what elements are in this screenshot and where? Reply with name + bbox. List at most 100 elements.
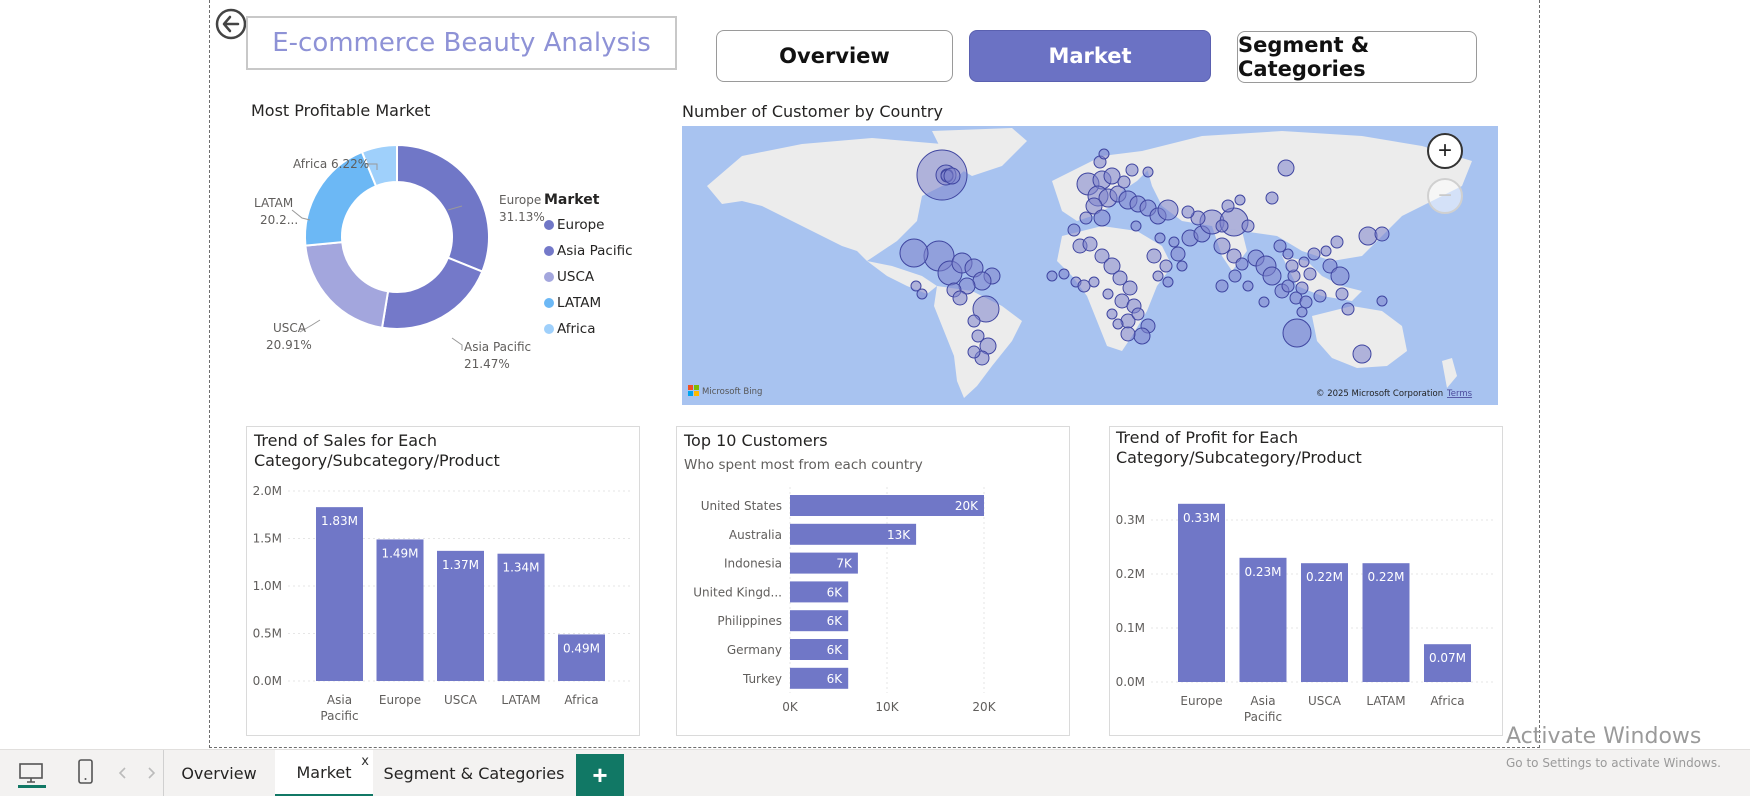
customer-bubble[interactable] xyxy=(1215,279,1229,293)
tab-overview[interactable]: Overview xyxy=(164,750,274,796)
customer-bubble[interactable] xyxy=(916,288,928,300)
customer-bubble[interactable] xyxy=(1341,302,1355,316)
customer-bubble[interactable] xyxy=(1235,257,1249,271)
customer-bubble[interactable] xyxy=(1313,289,1327,303)
mobile-layout-icon[interactable] xyxy=(76,758,96,786)
customer-bubble[interactable] xyxy=(1307,247,1321,261)
customer-bubble[interactable] xyxy=(1262,266,1282,286)
customer-bubble[interactable] xyxy=(1157,199,1179,221)
customer-bubble[interactable] xyxy=(1117,175,1131,189)
legend-item[interactable]: Asia Pacific xyxy=(544,238,633,264)
customer-bubble[interactable] xyxy=(1303,267,1317,281)
customer-bubble[interactable] xyxy=(1241,219,1255,233)
customer-bubble[interactable] xyxy=(1106,308,1118,320)
customer-bubble[interactable] xyxy=(1082,236,1098,252)
scroll-left-icon[interactable] xyxy=(117,766,129,780)
customer-bubble[interactable] xyxy=(972,271,992,291)
tab-segment-categories[interactable]: Segment & Categories xyxy=(374,750,574,796)
customer-bubble[interactable] xyxy=(1098,148,1110,160)
customer-bubble[interactable] xyxy=(1077,279,1091,293)
europe-label-name: Europe xyxy=(499,193,541,207)
tab-close-icon[interactable]: x xyxy=(361,754,369,769)
customer-bubble[interactable] xyxy=(1159,259,1173,273)
scroll-right-icon[interactable] xyxy=(145,766,157,780)
market-nav-button[interactable]: Market xyxy=(969,30,1211,82)
customer-bubble[interactable] xyxy=(1130,220,1142,232)
customer-bubble[interactable] xyxy=(1215,219,1229,233)
customer-bubble[interactable] xyxy=(1281,279,1295,293)
customer-bubble[interactable] xyxy=(1067,223,1081,237)
usca-slice[interactable] xyxy=(304,241,390,329)
customer-bubble[interactable] xyxy=(1046,270,1058,282)
customer-bubble[interactable] xyxy=(1112,318,1124,330)
customer-bubble[interactable] xyxy=(967,345,981,359)
customer-bubble[interactable] xyxy=(1142,166,1154,178)
zoom-in-button[interactable]: + xyxy=(1427,133,1463,169)
customer-bubble[interactable] xyxy=(1122,280,1138,296)
customer-bubble[interactable] xyxy=(1058,268,1070,280)
customer-bubble[interactable] xyxy=(1120,326,1136,342)
customer-bubble[interactable] xyxy=(1133,327,1151,345)
customer-bubble[interactable] xyxy=(1234,194,1246,206)
customer-bubble[interactable] xyxy=(943,167,961,185)
customer-bubble[interactable] xyxy=(1242,280,1254,292)
customer-bubble[interactable] xyxy=(1358,226,1378,246)
customer-bubble[interactable] xyxy=(1330,266,1350,286)
customer-bubble[interactable] xyxy=(1298,256,1310,268)
customer-bubble[interactable] xyxy=(1176,260,1188,272)
legend-item[interactable]: Africa xyxy=(544,316,633,342)
customer-bubble[interactable] xyxy=(1258,296,1270,308)
customer-bubble[interactable] xyxy=(1282,248,1294,260)
customer-bubble[interactable] xyxy=(1093,209,1111,227)
customer-bubble[interactable] xyxy=(899,238,929,268)
customer-map[interactable]: Microsoft Bing © 2025 Microsoft Corporat… xyxy=(682,126,1498,405)
customer-bubble[interactable] xyxy=(1282,318,1312,348)
customer-bubble[interactable] xyxy=(1131,307,1145,321)
customer-bubble[interactable] xyxy=(1330,235,1344,249)
customer-bubble[interactable] xyxy=(1285,259,1299,273)
customer-bubble[interactable] xyxy=(1374,226,1390,242)
customer-bubble[interactable] xyxy=(967,314,981,328)
customer-bubble[interactable] xyxy=(1320,245,1332,257)
profit-bar[interactable] xyxy=(1178,503,1225,682)
map-terms-link[interactable]: Terms xyxy=(1446,389,1473,399)
legend-item[interactable]: Europe xyxy=(544,212,633,238)
customer-bubble[interactable] xyxy=(1213,237,1231,255)
sales-data-label: 1.34M xyxy=(502,561,539,575)
customer-bubble[interactable] xyxy=(1376,295,1388,307)
customer-bubble[interactable] xyxy=(1170,246,1186,262)
customer-bubble[interactable] xyxy=(1088,276,1100,288)
customer-bubble[interactable] xyxy=(1296,306,1308,318)
back-arrow-icon[interactable] xyxy=(215,8,247,40)
legend-item[interactable]: LATAM xyxy=(544,290,633,316)
customer-bubble[interactable] xyxy=(1352,344,1372,364)
overview-nav-button[interactable]: Overview xyxy=(716,30,953,82)
customer-bubble[interactable] xyxy=(1181,205,1195,219)
zoom-out-button[interactable]: − xyxy=(1427,178,1463,214)
customer-bubble[interactable] xyxy=(1228,269,1242,283)
customer-bubble[interactable] xyxy=(1221,199,1235,213)
desktop-layout-icon[interactable] xyxy=(18,760,46,788)
asia-pacific-slice[interactable] xyxy=(380,256,484,330)
sales-data-label: 1.83M xyxy=(321,514,358,528)
sales-bar[interactable] xyxy=(376,539,424,681)
customer-bubble[interactable] xyxy=(952,290,968,306)
sales-bar[interactable] xyxy=(316,507,363,681)
customer-bubble[interactable] xyxy=(1335,287,1349,301)
customer-bubble[interactable] xyxy=(1277,159,1295,177)
segment-categories-nav-button[interactable]: Segment & Categories xyxy=(1237,31,1477,83)
customer-bubble[interactable] xyxy=(1154,232,1166,244)
europe-slice[interactable] xyxy=(396,143,490,273)
customer-bubble[interactable] xyxy=(1168,236,1180,248)
customer-bubble[interactable] xyxy=(1299,295,1313,309)
customer-bubble[interactable] xyxy=(1102,288,1114,300)
customer-bubble[interactable] xyxy=(1265,191,1279,205)
add-page-button[interactable]: + xyxy=(576,754,624,796)
tab-market[interactable]: Market x xyxy=(275,750,373,796)
legend-item[interactable]: USCA xyxy=(544,264,633,290)
customer-bubble[interactable] xyxy=(1162,276,1174,288)
customer-bubble[interactable] xyxy=(1152,270,1164,282)
customer-bubble[interactable] xyxy=(1079,211,1093,225)
customer-bubble[interactable] xyxy=(1146,248,1162,264)
customer-bubble[interactable] xyxy=(1125,163,1139,177)
